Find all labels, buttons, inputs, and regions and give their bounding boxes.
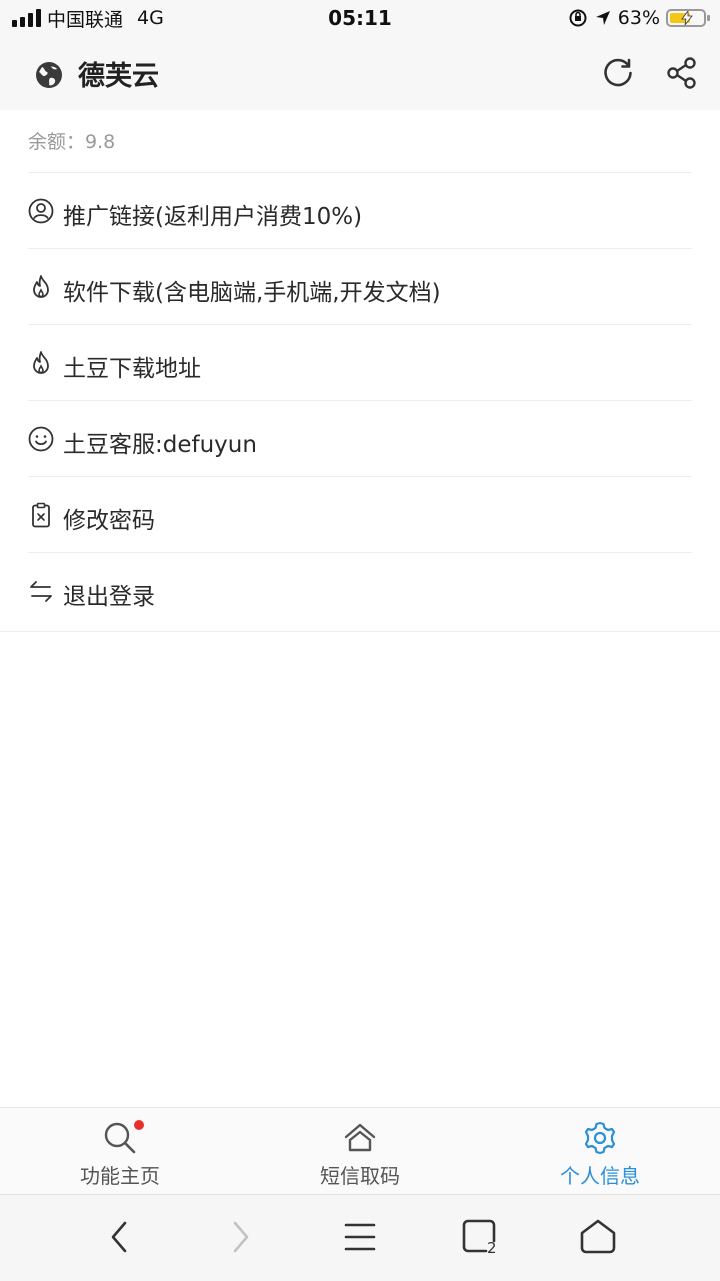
search-icon [104,1122,136,1154]
menu-item-label: 土豆下载地址 [63,356,201,382]
tab-home[interactable]: 功能主页 [0,1108,240,1194]
menu-item-promo-link[interactable]: 推广链接(返利用户消费10%) [28,172,692,248]
notification-dot [134,1120,144,1130]
menu-item-tudou-download[interactable]: 土豆下载地址 [28,324,692,400]
back-icon[interactable] [100,1217,140,1257]
menu-item-customer-service[interactable]: 土豆客服:defuyun [28,400,692,476]
menu-list: 推广链接(返利用户消费10%) 软件下载(含电脑端,手机端,开发文档) 土豆下载… [0,172,720,628]
flame-icon [33,351,49,374]
page-title: 德芙云 [78,61,159,92]
battery-icon [666,9,710,27]
tab-profile[interactable]: 个人信息 [480,1108,720,1194]
clipboard-x-icon [32,502,50,528]
tab-count: 2 [487,1239,497,1257]
share-icon[interactable] [665,56,699,90]
tab-bar: 功能主页 短信取码 个人信息 [0,1107,720,1194]
menu-divider [0,631,720,632]
home-icon[interactable] [578,1217,618,1257]
menu-item-label: 修改密码 [63,508,155,534]
menu-item-change-password[interactable]: 修改密码 [28,476,692,552]
app-header: 德芙云 [0,36,720,110]
menu-item-label: 退出登录 [63,584,155,610]
menu-item-software-download[interactable]: 软件下载(含电脑端,手机端,开发文档) [28,248,692,324]
status-bar: 中国联通 4G 05:11 63% [0,0,720,36]
menu-icon[interactable] [340,1217,380,1257]
refresh-icon[interactable] [601,56,635,90]
menu-item-label: 软件下载(含电脑端,手机端,开发文档) [63,280,441,306]
browser-toolbar: 2 [0,1194,720,1281]
status-right: 63% [568,6,710,30]
home-icon [344,1123,376,1152]
menu-item-label: 土豆客服:defuyun [63,432,257,458]
tab-sms[interactable]: 短信取码 [240,1108,480,1194]
menu-item-logout[interactable]: 退出登录 [28,552,692,628]
menu-item-label: 推广链接(返利用户消费10%) [63,204,363,230]
tab-label: 个人信息 [560,1164,640,1188]
location-arrow-icon [595,11,610,25]
tab-label: 功能主页 [80,1164,160,1188]
battery-percent: 63% [617,7,660,29]
tab-label: 短信取码 [320,1164,400,1188]
swap-arrows-icon [30,581,52,602]
forward-icon[interactable] [220,1217,260,1257]
flame-icon [33,275,49,298]
gear-icon [584,1121,616,1155]
smile-icon [28,426,54,452]
user-circle-icon [28,198,54,224]
tabs-button[interactable]: 2 [460,1217,500,1257]
globe-icon [36,62,62,88]
rotation-lock-icon [569,9,587,27]
balance-text: 余额：9.8 [28,131,116,153]
